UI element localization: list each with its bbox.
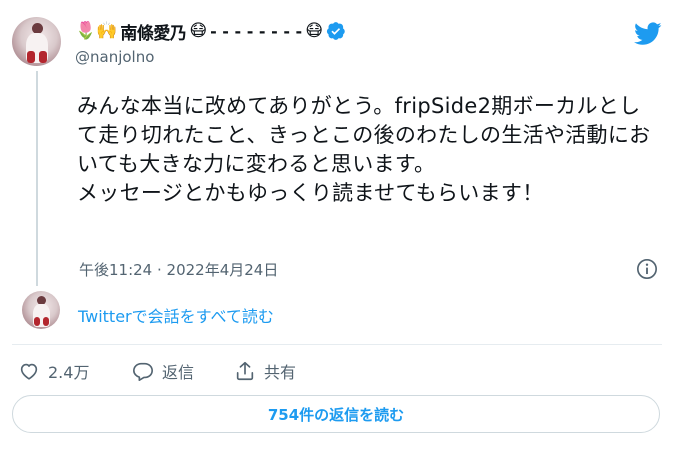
mask-emoji: 😷 (305, 20, 323, 41)
share-upload-icon (236, 361, 254, 381)
tweet-text: みんな本当に改めてありがとう。fripSide2期ボーカルとして走り切れたこと、… (77, 94, 651, 205)
avatar-small[interactable] (22, 291, 60, 329)
handle[interactable]: @nanjolno (75, 48, 154, 66)
like-button[interactable]: 2.4万 (18, 359, 89, 383)
name-dashes: - - - - - - - - (210, 21, 303, 41)
avatar-figure-accent (34, 317, 40, 326)
read-conversation-link[interactable]: Twitterで会話をすべて読む (78, 303, 274, 327)
verified-badge-icon (326, 22, 345, 40)
display-name-row[interactable]: 🌷🙌 南條愛乃 😷 - - - - - - - - 😷 (75, 19, 346, 44)
info-icon[interactable] (636, 258, 658, 280)
emoji-prefix: 🌷🙌 (75, 20, 118, 41)
speech-bubble-icon (133, 362, 153, 381)
thread-line (36, 71, 38, 286)
divider (12, 344, 662, 345)
avatar-figure-accent (43, 317, 49, 326)
read-replies-button[interactable]: 754件の返信を読む (12, 395, 660, 433)
twitter-bird-icon[interactable] (634, 22, 662, 46)
avatar-figure-accent (27, 51, 35, 63)
reply-label: 返信 (162, 363, 195, 382)
share-label: 共有 (264, 363, 297, 382)
avatar-figure-accent (39, 51, 47, 63)
share-button[interactable]: 共有 (234, 359, 296, 383)
avatar[interactable] (12, 17, 61, 66)
read-replies-label: 754件の返信を読む (267, 405, 405, 424)
like-count: 2.4万 (48, 363, 90, 382)
display-name: 南條愛乃 (120, 23, 187, 44)
heart-icon (20, 363, 38, 380)
reply-button[interactable]: 返信 (132, 359, 194, 383)
mask-emoji: 😷 (189, 20, 208, 41)
tweet-timestamp[interactable]: 午後11:24 · 2022年4月24日 (79, 259, 278, 280)
